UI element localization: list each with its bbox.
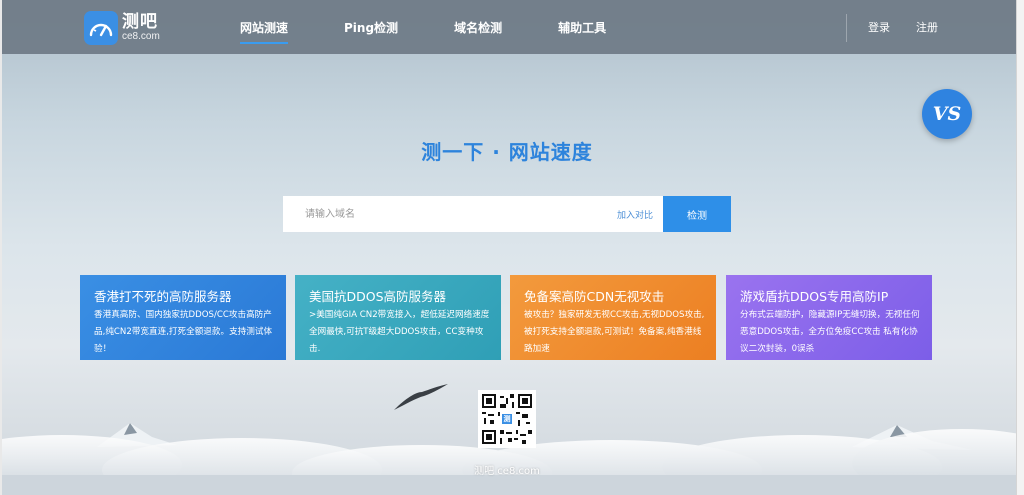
logo-text: 测吧 ce8.com xyxy=(122,14,160,42)
promo-card-hk-server[interactable]: 香港打不死的高防服务器 香港真高防、国内独家抗DDOS/CC攻击高防产品,纯CN… xyxy=(80,275,286,360)
logo-subtitle: ce8.com xyxy=(122,31,160,42)
hero-title: 测一下 · 网站速度 xyxy=(421,140,593,164)
header-divider xyxy=(846,14,847,42)
nav-item-website-speed[interactable]: 网站测速 xyxy=(240,0,289,54)
qr-logo-icon: 测 xyxy=(500,412,514,426)
qr-caption: 测吧 ce8.com xyxy=(474,466,540,477)
site-logo[interactable]: 测吧 ce8.com xyxy=(84,10,160,46)
auth-links: 登录 注册 xyxy=(868,0,964,54)
main-nav: 网站测速 Ping检测 域名检测 辅助工具 xyxy=(240,0,662,54)
site-header: 测吧 ce8.com 网站测速 Ping检测 域名检测 辅助工具 登录 注册 xyxy=(2,0,1016,54)
qr-code: 测 xyxy=(478,390,536,448)
promo-card-title: 免备案高防CDN无视攻击 xyxy=(524,289,665,304)
logo-title: 测吧 xyxy=(122,12,158,32)
add-compare-link[interactable]: 加入对比 xyxy=(617,208,653,221)
detect-button[interactable]: 检测 xyxy=(663,196,731,232)
promo-card-desc: 被攻击？独家研发无视CC攻击,无视DDOS攻击,被打死支持全额退款,可测试！免备… xyxy=(524,310,705,354)
promo-card-game-shield[interactable]: 游戏盾抗DDOS专用高防IP 分布式云端防护，隐藏源IP无缝切换，无视任何恶意D… xyxy=(726,275,932,360)
login-link[interactable]: 登录 xyxy=(868,19,890,35)
promo-card-title: 美国抗DDOS高防服务器 xyxy=(309,289,447,304)
search-bar: 加入对比 检测 xyxy=(283,196,731,232)
nav-item-ping[interactable]: Ping检测 xyxy=(344,0,398,54)
promo-card-desc: 香港真高防、国内独家抗DDOS/CC攻击高防产品,纯CN2带宽直连,打死全额退款… xyxy=(94,310,273,354)
promo-card-us-server[interactable]: 美国抗DDOS高防服务器 >美国纯GIA CN2带宽接入，超低延迟网络速度全网最… xyxy=(295,275,501,360)
promo-card-cdn[interactable]: 免备案高防CDN无视攻击 被攻击？独家研发无视CC攻击,无视DDOS攻击,被打死… xyxy=(510,275,716,360)
promo-card-title: 游戏盾抗DDOS专用高防IP xyxy=(740,289,889,304)
promo-card-desc: 分布式云端防护，隐藏源IP无缝切换，无视任何恶意DDOS攻击，全方位免疫CC攻击… xyxy=(740,310,920,354)
window-scrollbar[interactable] xyxy=(1016,0,1024,495)
domain-input[interactable] xyxy=(283,196,617,232)
promo-card-title: 香港打不死的高防服务器 xyxy=(94,289,232,304)
nav-item-domain-check[interactable]: 域名检测 xyxy=(454,0,502,54)
speedometer-icon xyxy=(84,11,118,45)
bird-icon xyxy=(394,384,448,410)
compare-float-button[interactable]: VS xyxy=(922,89,972,139)
nav-item-tools[interactable]: 辅助工具 xyxy=(558,0,606,54)
promo-card-desc: >美国纯GIA CN2带宽接入，超低延迟网络速度全网最快,可抗T级超大DDOS攻… xyxy=(309,310,490,354)
register-link[interactable]: 注册 xyxy=(916,19,938,35)
